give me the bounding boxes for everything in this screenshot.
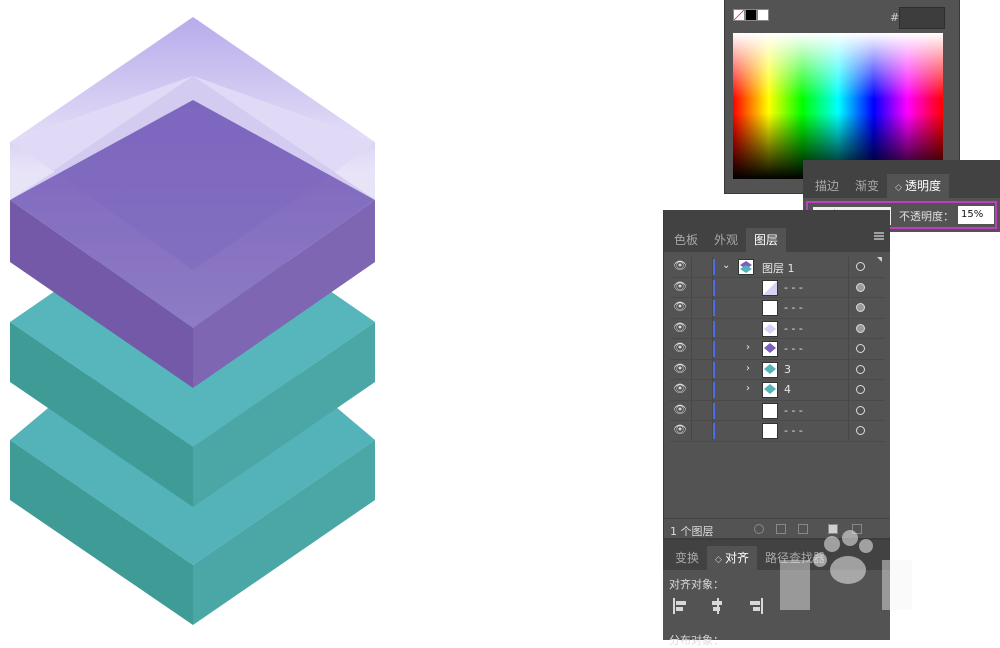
layer-row[interactable]: 👁 ⌄ 图层 1 bbox=[670, 257, 884, 278]
tab-appearance[interactable]: 外观 bbox=[706, 228, 746, 252]
layer-row[interactable]: 👁 › 3 bbox=[670, 359, 884, 380]
align-objects-label: 对齐对象： bbox=[669, 578, 724, 591]
swatch-row bbox=[733, 9, 769, 21]
watermark-logo bbox=[780, 530, 912, 610]
tab-transform[interactable]: 变换 bbox=[667, 546, 707, 570]
layer-thumbnail bbox=[762, 402, 778, 419]
layer-thumbnail bbox=[762, 423, 778, 439]
target-icon[interactable] bbox=[856, 426, 865, 435]
chevron-right-icon[interactable]: › bbox=[746, 383, 750, 394]
target-icon[interactable] bbox=[856, 385, 865, 394]
layer-row[interactable]: 👁 - - - bbox=[670, 277, 884, 298]
layers-list: 👁 ⌄ 图层 1 👁 - - - 👁 - - - 👁 - - - 👁 › - -… bbox=[670, 257, 884, 442]
layer-color-bar bbox=[713, 402, 715, 419]
layer-thumbnail bbox=[762, 382, 778, 398]
target-icon[interactable] bbox=[856, 323, 865, 333]
selection-corner-icon bbox=[877, 257, 882, 262]
layer-name[interactable]: - - - bbox=[784, 301, 803, 314]
layer-name[interactable]: - - - bbox=[784, 404, 803, 417]
tab-layers[interactable]: 图层 bbox=[746, 228, 787, 252]
layer-color-bar bbox=[713, 259, 715, 275]
opacity-input[interactable]: 15% bbox=[958, 206, 994, 224]
eye-icon[interactable]: 👁 bbox=[673, 424, 687, 435]
tab-transparency[interactable]: ◇ 透明度 bbox=[887, 174, 949, 198]
target-icon[interactable] bbox=[856, 303, 865, 312]
panel-resize-icon: ◇ bbox=[895, 183, 902, 193]
layer-row[interactable]: 👁 - - - bbox=[670, 318, 884, 339]
tab-swatches[interactable]: 色板 bbox=[666, 228, 706, 252]
align-buttons bbox=[673, 598, 763, 614]
layer-thumbnail bbox=[762, 361, 778, 378]
layer-row[interactable]: 👁 › - - - bbox=[670, 339, 884, 360]
target-icon[interactable] bbox=[856, 262, 865, 271]
eye-icon[interactable]: 👁 bbox=[673, 363, 687, 374]
eye-icon[interactable]: 👁 bbox=[673, 383, 687, 394]
none-swatch[interactable] bbox=[733, 9, 745, 21]
tab-transparency-label: 透明度 bbox=[904, 179, 941, 193]
align-left-icon[interactable] bbox=[673, 598, 691, 614]
layer-color-bar bbox=[713, 423, 715, 439]
tab-align-label: 对齐 bbox=[724, 551, 749, 565]
eye-icon[interactable]: 👁 bbox=[673, 301, 687, 312]
eye-icon[interactable]: 👁 bbox=[673, 342, 687, 353]
eye-icon[interactable]: 👁 bbox=[673, 281, 687, 292]
layer-row[interactable]: 👁 - - - bbox=[670, 298, 884, 319]
layer-row[interactable]: 👁 - - - bbox=[670, 421, 884, 442]
eye-icon[interactable]: 👁 bbox=[673, 260, 687, 271]
layer-color-bar bbox=[713, 279, 715, 296]
chevron-down-icon[interactable]: ⌄ bbox=[722, 260, 730, 271]
layers-tab-bar: 色板 外观 图层 bbox=[664, 210, 890, 252]
layer-name[interactable]: - - - bbox=[784, 424, 803, 437]
transparency-tab-bar: 描边 渐变 ◇ 透明度 bbox=[803, 160, 1000, 198]
layer-name[interactable]: 图层 1 bbox=[762, 260, 795, 276]
layer-color-bar bbox=[713, 320, 715, 337]
locate-object-icon[interactable] bbox=[754, 524, 764, 534]
layer-name[interactable]: 4 bbox=[784, 383, 791, 396]
layer-row[interactable]: 👁 - - - bbox=[670, 400, 884, 421]
distribute-objects-label: 分布对象： bbox=[669, 634, 724, 647]
target-icon[interactable] bbox=[856, 282, 865, 292]
layer-row[interactable]: 👁 › 4 bbox=[670, 380, 884, 401]
layer-thumbnail bbox=[762, 320, 778, 337]
layer-name[interactable]: 3 bbox=[784, 363, 791, 376]
eye-icon[interactable]: 👁 bbox=[673, 322, 687, 333]
layer-thumbnail bbox=[738, 259, 754, 275]
white-swatch[interactable] bbox=[757, 9, 769, 21]
layer-name[interactable]: - - - bbox=[784, 342, 803, 355]
layer-name[interactable]: - - - bbox=[784, 281, 803, 294]
color-spectrum[interactable] bbox=[733, 33, 943, 179]
opacity-label: 不透明度： bbox=[899, 210, 954, 223]
layer-color-bar bbox=[713, 382, 715, 398]
chevron-right-icon[interactable]: › bbox=[746, 342, 750, 353]
hex-input[interactable] bbox=[899, 7, 945, 29]
layer-count: 1 个图层 bbox=[670, 525, 714, 538]
layer-thumbnail bbox=[762, 279, 778, 296]
layer-color-bar bbox=[713, 300, 715, 316]
tab-stroke[interactable]: 描边 bbox=[807, 174, 847, 198]
panel-resize-icon: ◇ bbox=[715, 555, 722, 565]
artwork-canvas bbox=[10, 17, 375, 625]
align-right-icon[interactable] bbox=[745, 598, 763, 614]
tab-gradient[interactable]: 渐变 bbox=[847, 174, 887, 198]
layer-color-bar bbox=[713, 361, 715, 378]
layer-thumbnail bbox=[762, 341, 778, 357]
target-icon[interactable] bbox=[856, 344, 865, 353]
target-icon[interactable] bbox=[856, 405, 865, 415]
target-icon[interactable] bbox=[856, 364, 865, 374]
hex-symbol: # bbox=[890, 11, 900, 24]
align-center-icon[interactable] bbox=[709, 598, 727, 614]
tab-align[interactable]: ◇ 对齐 bbox=[707, 546, 757, 570]
layer-color-bar bbox=[713, 341, 715, 357]
black-swatch[interactable] bbox=[745, 9, 757, 21]
layer-thumbnail bbox=[762, 300, 778, 316]
layer-name[interactable]: - - - bbox=[784, 322, 803, 335]
panel-menu-icon[interactable] bbox=[874, 232, 884, 240]
eye-icon[interactable]: 👁 bbox=[673, 404, 687, 415]
chevron-right-icon[interactable]: › bbox=[746, 363, 750, 374]
